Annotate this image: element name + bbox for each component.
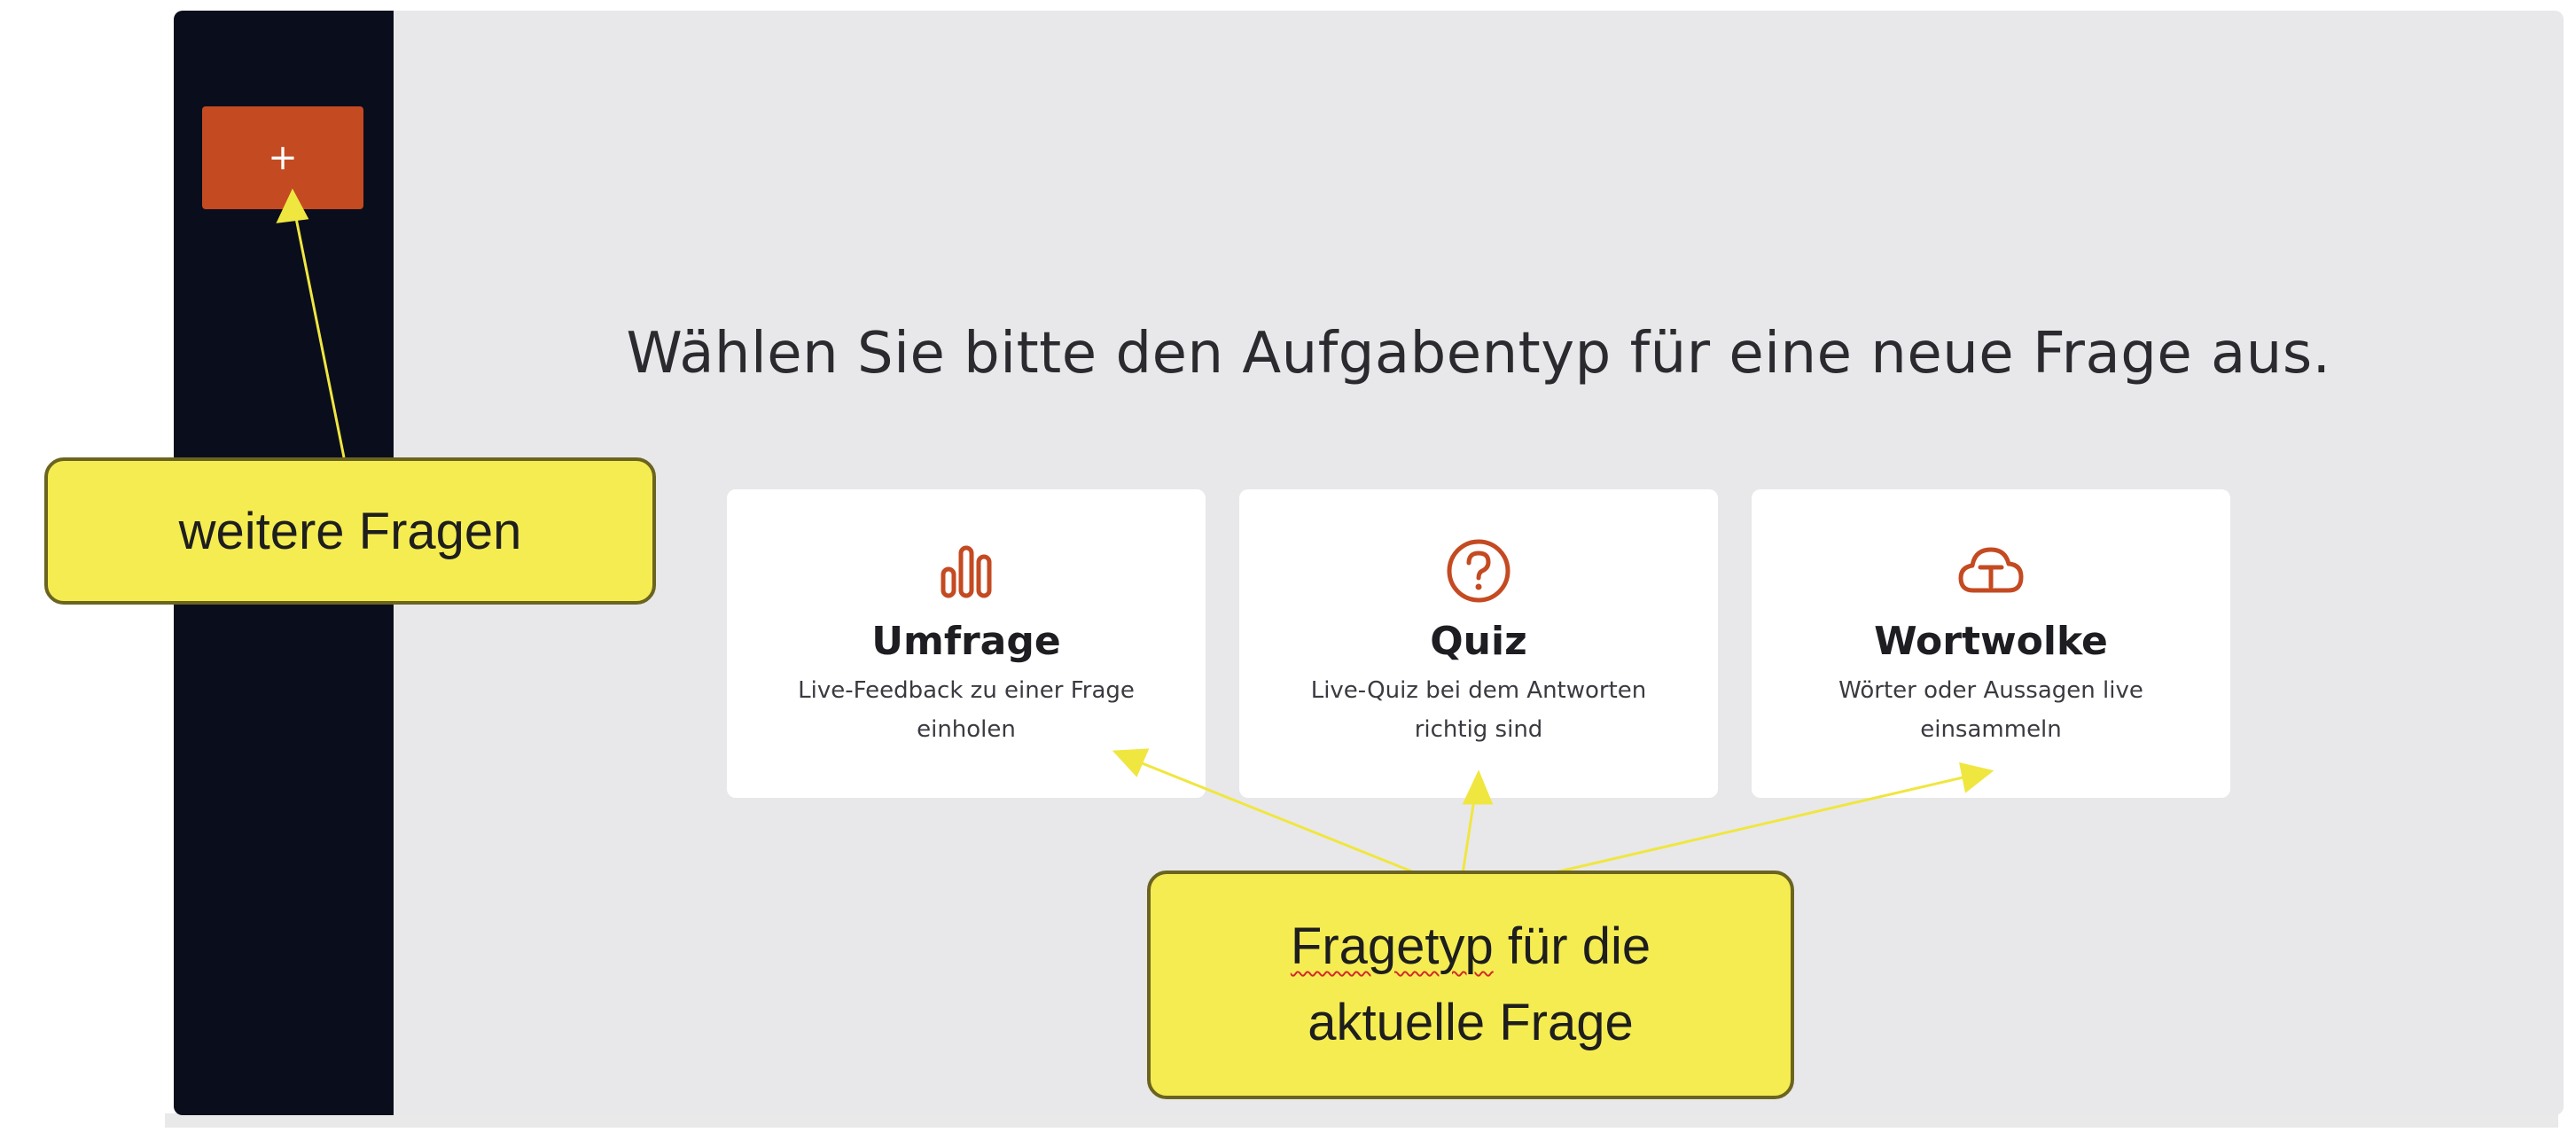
arrow-head-add-button (276, 188, 309, 223)
arrow-to-umfrage (1121, 753, 1419, 876)
callout-fragetyp: Fragetyp für die aktuelle Frage (1147, 871, 1794, 1099)
arrow-to-wortwolke (1547, 771, 1983, 876)
arrow-head-quiz (1462, 769, 1494, 805)
arrow-to-add-button (291, 199, 346, 458)
callout-text: weitere Fragen (178, 502, 522, 560)
screenshot-stage: + Wählen Sie bitte den Aufgabentyp für e… (0, 0, 2576, 1140)
arrow-head-wortwolke (1959, 762, 1994, 793)
spellcheck-word: Fragetyp (1290, 917, 1494, 975)
callout-line-1-rest: für die (1493, 917, 1651, 975)
callout-line-2: aktuelle Frage (1308, 994, 1634, 1051)
arrow-head-umfrage (1112, 748, 1150, 777)
callout-line-1: Fragetyp für die (1291, 909, 1651, 985)
callout-weitere-fragen: weitere Fragen (44, 457, 656, 605)
